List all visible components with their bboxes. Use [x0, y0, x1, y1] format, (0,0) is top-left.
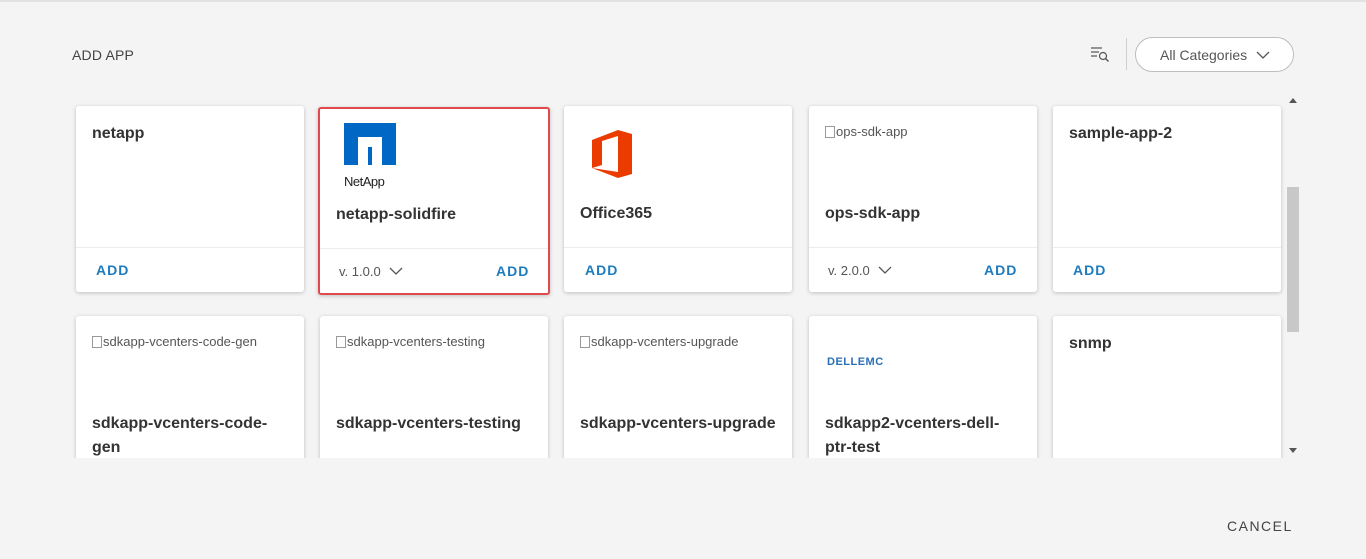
version-label: v. 2.0.0: [828, 263, 870, 278]
app-card-footer: ADD: [76, 247, 304, 292]
netapp-logo-mark: [344, 123, 396, 165]
broken-image-icon: [92, 335, 102, 348]
scroll-up-arrow-icon[interactable]: [1289, 98, 1297, 103]
app-card-name: sdkapp-vcenters-upgrade: [580, 415, 776, 432]
app-card-netapp[interactable]: netapp ADD: [76, 106, 304, 292]
broken-image-icon: [580, 335, 590, 348]
scroll-down-arrow-icon[interactable]: [1289, 448, 1297, 453]
add-button[interactable]: ADD: [585, 262, 618, 278]
chevron-down-icon: [878, 266, 892, 274]
app-card-footer: v. 1.0.0 ADD: [320, 248, 548, 293]
image-alt-text: sdkapp-vcenters-upgrade: [591, 334, 739, 349]
app-card-name: snmp: [1069, 335, 1112, 352]
broken-image: sdkapp-vcenters-code-gen: [92, 334, 257, 349]
app-card-sample-app-2[interactable]: sample-app-2 ADD: [1053, 106, 1281, 292]
app-card-name: sdkapp-vcenters-code-gen: [92, 415, 268, 456]
app-card-netapp-solidfire[interactable]: NetApp netapp-solidfire v. 1.0.0 ADD: [318, 107, 550, 295]
add-button[interactable]: ADD: [984, 262, 1017, 278]
office365-logo: [592, 130, 632, 178]
image-alt-text: ops-sdk-app: [836, 124, 908, 139]
app-grid: netapp ADD NetApp netapp-solidfire v. 1.…: [70, 96, 1286, 458]
grid-scrollbar[interactable]: [1286, 96, 1300, 458]
top-divider: [0, 0, 1366, 2]
category-dropdown-value: All Categories: [1160, 46, 1248, 63]
app-card-name: sdkapp2-vcenters-dell-ptr-test: [825, 415, 1000, 456]
broken-image-icon: [825, 125, 835, 138]
app-card-name: netapp-solidfire: [336, 206, 457, 223]
app-card-sdkapp2-vcenters-dell-ptr-test[interactable]: DELLEMC sdkapp2-vcenters-dell-ptr-test: [809, 316, 1037, 458]
dialog-title: ADD APP: [72, 47, 135, 63]
netapp-logo-text: NetApp: [344, 174, 385, 189]
version-label: v. 1.0.0: [339, 264, 381, 279]
image-alt-text: sdkapp-vcenters-code-gen: [103, 334, 257, 349]
app-card-name: ops-sdk-app: [825, 205, 921, 222]
app-card-sdkapp-vcenters-testing[interactable]: sdkapp-vcenters-testing sdkapp-vcenters-…: [320, 316, 548, 458]
broken-image: ops-sdk-app: [825, 124, 908, 139]
app-card-office365[interactable]: Office365 ADD: [564, 106, 792, 292]
app-card-snmp[interactable]: snmp: [1053, 316, 1281, 458]
chevron-down-icon: [1256, 51, 1270, 59]
app-card-footer: ADD: [564, 247, 792, 292]
app-card-sdkapp-vcenters-code-gen[interactable]: sdkapp-vcenters-code-gen sdkapp-vcenters…: [76, 316, 304, 458]
version-select[interactable]: v. 2.0.0: [828, 263, 892, 278]
broken-image: sdkapp-vcenters-testing: [336, 334, 485, 349]
app-card-sdkapp-vcenters-upgrade[interactable]: sdkapp-vcenters-upgrade sdkapp-vcenters-…: [564, 316, 792, 458]
broken-image-icon: [336, 335, 346, 348]
version-select[interactable]: v. 1.0.0: [339, 264, 403, 279]
filter-search-icon[interactable]: [1090, 45, 1110, 63]
app-card-name: sample-app-2: [1069, 125, 1173, 142]
app-card-name: Office365: [580, 205, 653, 222]
scroll-thumb[interactable]: [1287, 187, 1299, 332]
netapp-logo: NetApp: [344, 123, 398, 189]
dellemc-logo: DELLEMC: [827, 356, 884, 368]
toolbar-divider: [1126, 38, 1127, 70]
app-card-footer: ADD: [1053, 247, 1281, 292]
add-button[interactable]: ADD: [96, 262, 129, 278]
broken-image: sdkapp-vcenters-upgrade: [580, 334, 738, 349]
add-button[interactable]: ADD: [1073, 262, 1106, 278]
app-card-name: netapp: [92, 125, 145, 142]
category-dropdown[interactable]: All Categories: [1135, 37, 1294, 72]
image-alt-text: sdkapp-vcenters-testing: [347, 334, 486, 349]
app-card-name: sdkapp-vcenters-testing: [336, 415, 521, 432]
add-button[interactable]: ADD: [496, 263, 529, 279]
app-card-footer: v. 2.0.0 ADD: [809, 247, 1037, 292]
app-card-ops-sdk-app[interactable]: ops-sdk-app ops-sdk-app v. 2.0.0 ADD: [809, 106, 1037, 292]
chevron-down-icon: [389, 267, 403, 275]
cancel-button[interactable]: CANCEL: [1227, 518, 1293, 534]
